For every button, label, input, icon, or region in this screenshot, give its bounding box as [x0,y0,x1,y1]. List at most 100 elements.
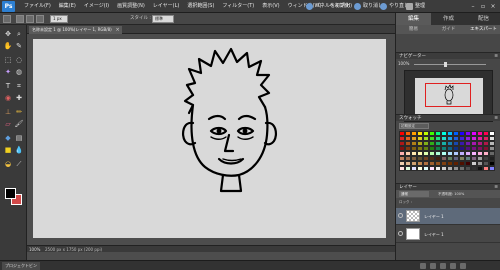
brush-tool-icon[interactable]: 🖌 [14,119,24,129]
document-tab-title: 名称未設定 1 @ 100%(レイヤー 1, RGB/8) [32,27,112,32]
move-tool-icon[interactable]: ✥ [3,29,13,39]
swatches-title: スウォッチ [399,116,422,121]
tab-guided[interactable]: ガイド [431,25,466,34]
trash-icon[interactable] [420,263,426,269]
maximize-button[interactable]: ▫ [479,0,487,13]
magic-wand-tool-icon[interactable]: ✦ [3,67,13,77]
app-logo[interactable]: Ps [2,1,15,12]
minimize-button[interactable]: – [469,0,477,13]
undo-button[interactable]: 取り消し [354,0,383,13]
straighten-tool-icon[interactable]: ⟋ [14,159,24,169]
mask-icon[interactable] [440,263,446,269]
layer-row[interactable]: レイヤー 1 [396,208,500,225]
reset-panels-button[interactable]: パネルを初期化 [306,0,350,13]
reset-icon [306,3,313,10]
toolbox: ✥ ⌕ ✋ ✎ ⬚ ◌ ✦ ◍ T ⌗ ◉ ✚ ⊥ ✏ ▱ 🖌 ◆ ▤ ■ 💧 … [0,25,27,260]
menu-enhance[interactable]: 画質調整(N) [113,0,149,13]
layer-options: 通常 不透明度: 100% [396,190,500,198]
menu-select[interactable]: 選択範囲(S) [183,0,218,13]
navigator-zoom-slider[interactable] [414,61,486,67]
paint-bucket-tool-icon[interactable]: ◆ [3,133,13,143]
layer-name: レイヤー 1 [424,214,444,219]
hand-tool-icon[interactable]: ✋ [3,41,13,51]
organizer-label: 整理 [415,3,426,9]
menu-image[interactable]: イメージ(I) [80,0,113,13]
project-bin-tab[interactable]: プロジェクトビン [2,262,40,270]
color-swatch[interactable] [489,166,495,171]
menu-bar: Ps ファイル(F) 編集(E) イメージ(I) 画質調整(N) レイヤー(L)… [0,0,500,13]
size-field[interactable]: 1 px [50,15,68,23]
healing-tool-icon[interactable]: ✚ [14,93,24,103]
subtract-selection-icon[interactable] [36,15,44,23]
tab-share[interactable]: 配信 [466,13,500,25]
eye-icon[interactable] [398,231,403,236]
style-label: スタイル : [130,16,151,21]
pencil-preset-icon[interactable] [3,15,11,23]
menu-layer[interactable]: レイヤー(L) [149,0,184,13]
new-selection-icon[interactable] [16,15,24,23]
tool-options-bar: 1 px スタイル : 標準 [0,13,395,25]
menu-view[interactable]: 表示(V) [258,0,283,13]
quick-select-tool-icon[interactable]: ◍ [14,67,24,77]
canvas[interactable] [33,39,386,238]
navigator-panel-header[interactable]: ナビゲーター ≡ [396,52,500,59]
zoom-slider-handle[interactable] [444,61,447,67]
menu-file[interactable]: ファイル(F) [20,0,55,13]
new-layer-icon[interactable] [430,263,436,269]
add-selection-icon[interactable] [26,15,34,23]
document-area: 名称未設定 1 @ 100%(レイヤー 1, RGB/8) × 100% 250… [27,25,395,260]
navigator-view-box[interactable] [425,83,471,107]
gradient-tool-icon[interactable]: ▤ [14,133,24,143]
project-bin-bar: プロジェクトビン [0,260,500,270]
close-button[interactable]: × [489,0,497,13]
layer-name: レイヤー 1 [424,232,444,237]
eyedropper-tool-icon[interactable]: ✎ [14,41,24,51]
blend-mode-select[interactable]: 通常 [399,191,429,197]
crop-tool-icon[interactable]: ⌗ [14,81,24,91]
swatch-grid [399,131,495,176]
red-eye-tool-icon[interactable]: ◉ [3,93,13,103]
tab-edit[interactable]: 編集 [396,13,431,25]
clone-stamp-tool-icon[interactable]: ⊥ [3,107,13,117]
marquee-tool-icon[interactable]: ⬚ [3,55,13,65]
document-status-bar: 100% 2500 px x 1750 px (200 ppi) [27,245,395,252]
tab-quick[interactable]: 簡易 [396,25,431,34]
document-tab[interactable]: 名称未設定 1 @ 100%(レイヤー 1, RGB/8) × [29,26,122,34]
zoom-level[interactable]: 100% [29,246,40,253]
eye-icon[interactable] [398,213,403,218]
layer-row[interactable]: レイヤー 1 [396,226,500,243]
layers-panel-header[interactable]: レイヤー ≡ [396,183,500,190]
lasso-tool-icon[interactable]: ◌ [14,55,24,65]
mode-tabs: 編集 作成 配信 [396,13,500,25]
close-icon[interactable]: × [115,26,119,34]
eraser-tool-icon[interactable]: ▱ [3,119,13,129]
pencil-tool-icon[interactable]: ✏ [14,107,24,117]
tab-expert[interactable]: エキスパート [466,25,500,34]
swatches-panel-header[interactable]: スウォッチ ≡ [396,114,500,121]
reset-panels-label: パネルを初期化 [315,3,351,9]
type-tool-icon[interactable]: T [3,81,13,91]
redo-button[interactable]: やり直し [380,0,409,13]
zoom-tool-icon[interactable]: ⌕ [14,29,24,39]
menu-filter[interactable]: フィルター(T) [218,0,258,13]
right-eye-lid [237,136,254,140]
adjustment-layer-icon[interactable] [450,263,456,269]
navigator-zoom: 100% [398,61,499,67]
menu-edit[interactable]: 編集(E) [55,0,80,13]
blur-tool-icon[interactable]: 💧 [14,145,24,155]
style-select[interactable]: 標準 [152,15,174,23]
tab-create[interactable]: 作成 [431,13,466,25]
right-eyebrow [237,114,257,121]
organizer-button[interactable]: 整理 [406,0,425,13]
panel-menu-icon[interactable]: ≡ [494,53,498,60]
shape-tool-icon[interactable]: ■ [3,145,13,155]
sponge-tool-icon[interactable]: ◒ [3,159,13,169]
swatch-preset-select[interactable]: 初期設定 [399,123,429,129]
left-eyebrow [207,114,227,121]
link-icon[interactable] [460,263,466,269]
cartoon-face-drawing [182,47,277,193]
layer-opacity[interactable]: 不透明度: 100% [438,191,464,197]
right-pupil [242,128,248,134]
foreground-color-swatch[interactable] [5,188,16,199]
panel-menu-icon[interactable]: ≡ [494,115,498,122]
